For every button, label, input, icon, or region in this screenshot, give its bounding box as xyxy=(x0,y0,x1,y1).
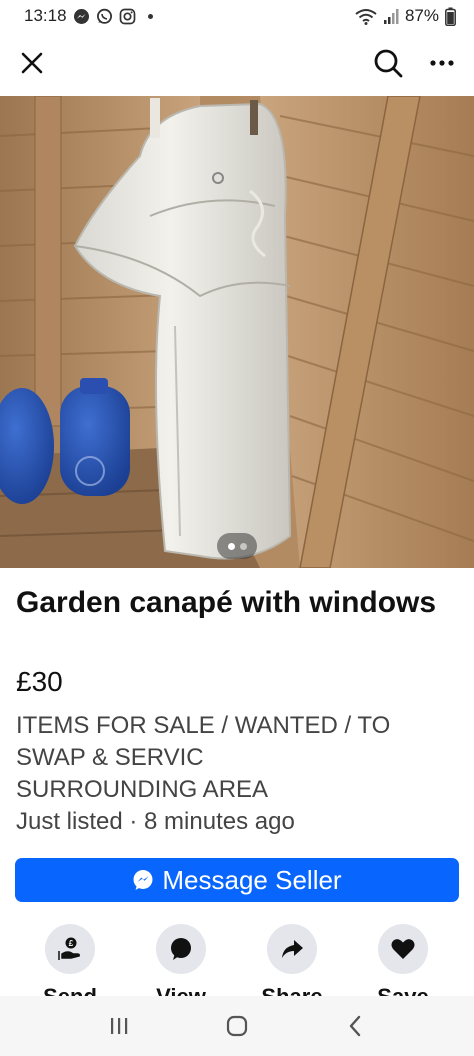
home-button[interactable] xyxy=(217,1006,257,1046)
send-offer-label: Send xyxy=(43,984,97,996)
group-name-line: ITEMS FOR SALE / WANTED / TO xyxy=(16,712,391,739)
listed-time: Just listed · 8 minutes ago xyxy=(16,808,295,835)
close-button[interactable] xyxy=(16,47,48,79)
listing-photo[interactable] xyxy=(0,96,474,568)
recents-icon xyxy=(111,1018,128,1034)
share-button[interactable]: Share xyxy=(242,924,342,996)
send-offer-icon: £ xyxy=(45,924,95,974)
save-button[interactable]: Save xyxy=(353,924,453,996)
actions-row: £ Send View Share Save xyxy=(0,924,474,996)
listing-photo-image xyxy=(0,96,474,568)
messenger-icon xyxy=(73,8,90,25)
group-name-line: SWAP & SERVIC xyxy=(16,744,204,771)
status-bar: 13:18 87% xyxy=(0,0,474,32)
photo-page-indicator xyxy=(217,533,257,559)
send-offer-button[interactable]: £ Send xyxy=(20,924,120,996)
top-bar xyxy=(0,34,474,92)
save-label: Save xyxy=(377,984,428,996)
close-icon xyxy=(21,52,43,74)
share-label: Share xyxy=(261,984,322,996)
wifi-icon xyxy=(355,8,377,25)
battery-icon xyxy=(445,7,456,26)
home-icon xyxy=(226,1015,248,1037)
search-icon xyxy=(374,49,403,78)
recents-button[interactable] xyxy=(99,1006,139,1046)
group-name-line: SURROUNDING AREA xyxy=(16,776,269,803)
search-button[interactable] xyxy=(372,47,404,79)
message-seller-button[interactable]: Message Seller xyxy=(15,858,459,902)
more-options-button[interactable] xyxy=(426,47,458,79)
messenger-icon xyxy=(132,869,154,891)
instagram-icon xyxy=(119,8,136,25)
more-icon xyxy=(430,60,454,66)
battery-percent: 87% xyxy=(404,6,439,25)
page-dot-active xyxy=(227,542,235,550)
view-chat-button[interactable]: View xyxy=(131,924,231,996)
listing-price: £30 xyxy=(16,666,63,697)
top-bar-actions xyxy=(372,47,458,79)
page-dot xyxy=(239,542,247,550)
system-nav-bar xyxy=(0,996,474,1056)
status-left: 13:18 xyxy=(24,6,153,26)
group-name-link[interactable]: ITEMS FOR SALE / WANTED / TO SWAP & SERV… xyxy=(16,710,456,806)
message-seller-label: Message Seller xyxy=(162,864,342,895)
listing-title: Garden canapé with windows xyxy=(16,586,437,619)
back-icon xyxy=(349,1015,361,1037)
signal-icon xyxy=(383,8,399,25)
whatsapp-icon xyxy=(96,8,113,25)
heart-icon xyxy=(378,924,428,974)
svg-text:£: £ xyxy=(69,939,74,948)
chat-bubble-icon xyxy=(156,924,206,974)
share-arrow-icon xyxy=(267,924,317,974)
status-time: 13:18 xyxy=(24,6,67,25)
status-right: 87% xyxy=(355,6,456,26)
back-button[interactable] xyxy=(335,1006,375,1046)
notification-dot xyxy=(147,13,153,19)
view-chat-label: View xyxy=(156,984,206,996)
